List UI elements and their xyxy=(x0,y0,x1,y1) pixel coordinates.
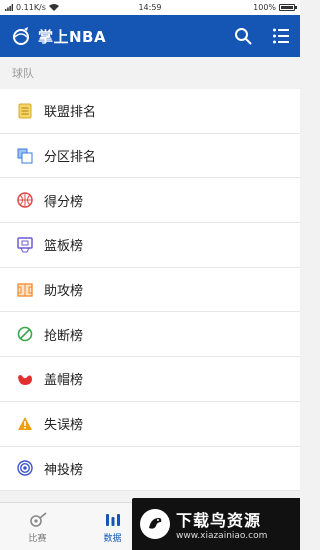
list-item-assists[interactable]: 助攻榜 xyxy=(0,267,300,313)
target-icon xyxy=(16,459,34,477)
list-item-label: 神投榜 xyxy=(44,462,84,478)
app-actions xyxy=(234,27,290,45)
status-right: 100% xyxy=(198,3,298,12)
list-item-label: 篮板榜 xyxy=(44,239,84,255)
sim-signal-icon xyxy=(5,4,13,11)
whistle-icon xyxy=(29,512,47,527)
list-item-turnovers[interactable]: 失误榜 xyxy=(0,401,300,447)
warning-icon xyxy=(16,415,34,433)
backboard-icon xyxy=(16,236,34,254)
division-icon xyxy=(16,147,34,165)
list-item-shooting[interactable]: 神投榜 xyxy=(0,446,300,492)
watermark: 下载鸟资源 www.xiazainiao.com xyxy=(132,498,300,550)
battery-percent: 100% xyxy=(253,3,277,12)
status-time: 14:59 xyxy=(138,3,162,12)
tab-label: 比赛 xyxy=(28,534,47,544)
app-title: 掌上NBA xyxy=(38,27,107,46)
search-icon[interactable] xyxy=(234,27,252,45)
list-item-label: 抢断榜 xyxy=(44,328,84,344)
basketball-icon xyxy=(16,191,34,209)
no-icon xyxy=(16,325,34,343)
list-item-label: 失误榜 xyxy=(44,418,84,434)
list-item-label: 助攻榜 xyxy=(44,284,84,300)
battery-icon xyxy=(279,4,298,11)
stats-list: 联盟排名 分区排名 得分榜 篮板榜 助攻榜 抢断榜 盖帽榜 失误榜 神投榜 xyxy=(0,89,300,492)
menu-icon[interactable] xyxy=(272,27,290,45)
app-logo: 掌上NBA xyxy=(10,25,234,47)
nba-logo-icon xyxy=(13,27,29,45)
section-header-teams: 球队 xyxy=(0,57,300,89)
wifi-icon xyxy=(48,4,59,11)
list-item-steals[interactable]: 抢断榜 xyxy=(0,312,300,358)
list-item-blocks[interactable]: 盖帽榜 xyxy=(0,357,300,402)
standings-icon xyxy=(16,102,34,120)
status-bar: 0.11K/s 14:59 100% xyxy=(0,0,300,15)
list-item-rebounds[interactable]: 篮板榜 xyxy=(0,223,300,268)
list-item-label: 分区排名 xyxy=(44,150,97,166)
list-item-label: 盖帽榜 xyxy=(44,373,84,389)
bar-chart-icon xyxy=(105,514,120,526)
court-icon xyxy=(16,281,34,299)
app-bar: 掌上NBA xyxy=(0,15,300,57)
list-item-division[interactable]: 分区排名 xyxy=(0,133,300,179)
tab-label: 数据 xyxy=(103,534,122,544)
list-item-label: 得分榜 xyxy=(44,194,84,210)
list-item-standings[interactable]: 联盟排名 xyxy=(0,89,300,134)
list-item-points[interactable]: 得分榜 xyxy=(0,178,300,224)
watermark-logo-icon xyxy=(140,509,170,539)
list-item-label: 联盟排名 xyxy=(44,105,97,121)
tab-games[interactable]: 比赛 xyxy=(0,503,75,550)
watermark-text: 下载鸟资源 www.xiazainiao.com xyxy=(176,507,267,541)
watermark-url: www.xiazainiao.com xyxy=(176,531,268,541)
status-left: 0.11K/s xyxy=(5,3,102,12)
watermark-title: 下载鸟资源 xyxy=(176,511,262,530)
network-speed: 0.11K/s xyxy=(16,3,46,12)
muscle-icon xyxy=(16,370,34,388)
